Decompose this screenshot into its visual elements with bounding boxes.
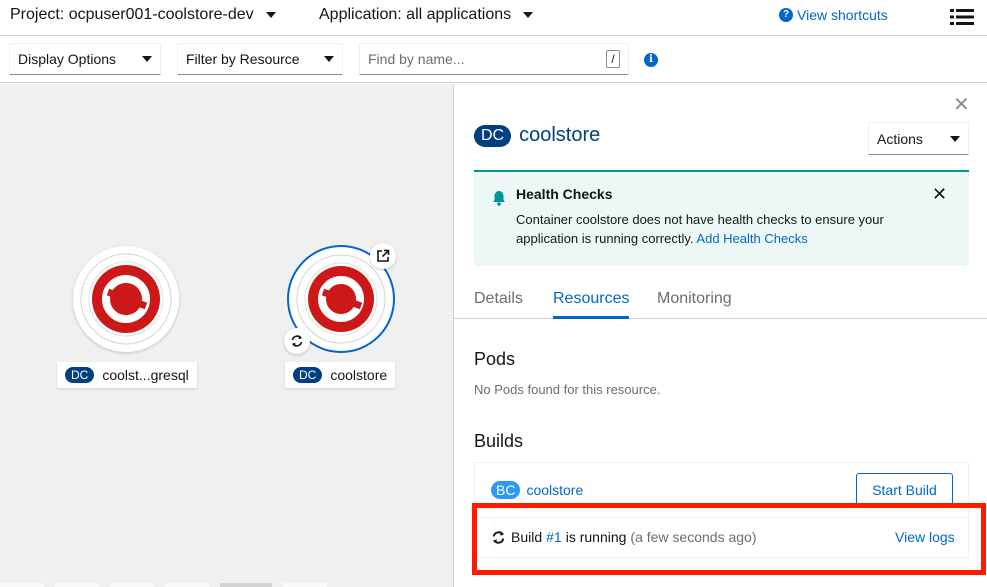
find-by-name-field: / [359,43,629,75]
close-panel-icon[interactable]: ✕ [953,92,970,117]
divider [475,517,970,518]
build-status-text: is running [565,529,627,545]
sync-icon [291,335,303,347]
build-number-link[interactable]: #1 [546,529,562,545]
build-status-decorator[interactable] [284,328,310,354]
bc-badge: BC [491,481,521,499]
display-options-label: Display Options [18,51,117,67]
build-prefix: Build [511,529,543,545]
sync-icon [492,530,505,544]
open-url-decorator[interactable] [370,243,396,269]
top-context-bar: Project: ocpuser001-coolstore-dev Applic… [0,0,987,36]
project-label: Project: ocpuser001-coolstore-dev [10,6,254,23]
view-shortcuts-link[interactable]: ? View shortcuts [779,7,888,23]
filter-by-resource-label: Filter by Resource [186,51,300,67]
pods-empty-text: No Pods found for this resource. [474,382,661,397]
build-config-name: coolstore [526,482,584,498]
question-circle-icon: ? [779,8,793,22]
tab-resources[interactable]: Resources [553,290,630,319]
caret-down-icon [265,12,276,18]
view-logs-link[interactable]: View logs [895,529,955,545]
openshift-logo-icon [80,253,172,345]
caret-down-icon [950,135,960,142]
display-options-dropdown[interactable]: Display Options [9,43,161,75]
close-alert-icon[interactable]: ✕ [932,184,947,205]
build-config-card: BC coolstore Start Build Build #1 is run… [474,462,970,558]
topology-toolbar: Display Options Filter by Resource / i [0,37,987,83]
view-shortcuts-label: View shortcuts [797,7,888,23]
tab-details[interactable]: Details [474,290,523,319]
topology-canvas[interactable]: DC coolst...gresql DC coolstore [0,84,453,587]
alert-title: Health Checks [516,186,613,202]
build-config-link[interactable]: BC coolstore [491,481,583,499]
panel-tabs: Details Resources Monitoring [454,282,987,319]
resource-name[interactable]: coolstore [519,124,600,147]
caret-down-icon [523,12,534,18]
info-circle-icon[interactable]: i [644,53,658,67]
alert-body: Container coolstore does not have health… [516,210,949,248]
list-view-icon[interactable] [950,8,974,26]
caret-down-icon [142,56,152,62]
application-selector[interactable]: Application: all applications [319,6,534,24]
caret-down-icon [324,56,334,62]
actions-dropdown[interactable]: Actions [868,122,969,155]
actions-label: Actions [877,130,923,147]
dc-badge: DC [474,124,512,147]
start-build-button[interactable]: Start Build [856,473,953,507]
builds-heading: Builds [474,431,524,451]
dc-badge: DC [65,367,95,383]
find-by-name-input[interactable] [368,51,588,67]
filter-by-resource-dropdown[interactable]: Filter by Resource [177,43,343,75]
build-status-line: Build #1 is running (a few seconds ago) [491,529,757,545]
pods-heading: Pods [474,349,516,369]
add-health-checks-link[interactable]: Add Health Checks [696,231,807,246]
keyboard-shortcut-hint: / [606,50,620,68]
node-name: coolstore [330,367,388,383]
bell-icon [493,191,505,206]
dc-badge: DC [293,367,323,383]
node-circle[interactable] [73,246,179,352]
health-checks-alert: Health Checks Container coolstore does n… [474,170,969,266]
node-label[interactable]: DC coolst...gresql [57,362,197,388]
resource-side-panel: ✕ DC coolstore Actions Health Checks Con… [453,84,987,587]
node-name: coolst...gresql [102,367,189,383]
node-label[interactable]: DC coolstore [285,362,396,388]
tab-monitoring[interactable]: Monitoring [657,290,732,319]
panel-title: DC coolstore [474,124,600,147]
build-timestamp: (a few seconds ago) [630,529,757,545]
canvas-controls-edge [0,583,327,587]
application-label: Application: all applications [319,6,512,23]
external-link-icon [377,249,390,262]
project-selector[interactable]: Project: ocpuser001-coolstore-dev [10,6,276,24]
